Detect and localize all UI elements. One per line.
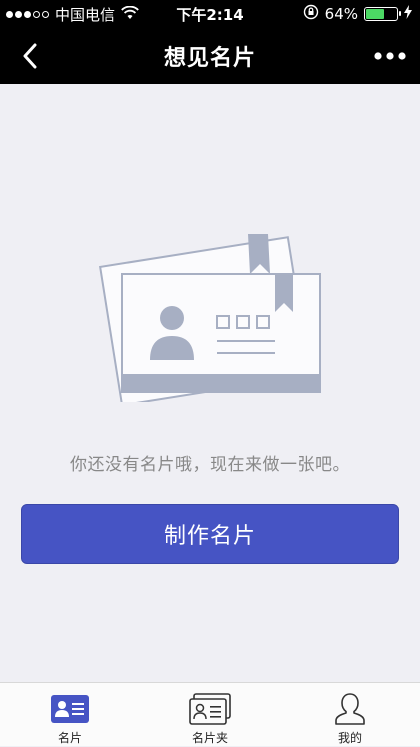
tab-card-holder[interactable]: 名片夹 xyxy=(140,683,280,747)
card-icon xyxy=(50,691,90,727)
charging-icon xyxy=(404,5,412,23)
orientation-lock-icon xyxy=(303,4,319,24)
status-right: 64% xyxy=(303,4,412,24)
card-holder-icon xyxy=(189,691,231,727)
main-content: 你还没有名片哦，现在来做一张吧。 制作名片 xyxy=(0,84,420,682)
empty-state-message: 你还没有名片哦，现在来做一张吧。 xyxy=(70,455,350,475)
navigation-bar: 想见名片 xyxy=(0,28,420,84)
empty-card-illustration xyxy=(99,234,321,402)
tab-profile[interactable]: 我的 xyxy=(280,683,420,747)
tab-bar: 名片 名片夹 我的 xyxy=(0,682,420,746)
battery-percent: 64% xyxy=(324,5,358,23)
create-card-button[interactable]: 制作名片 xyxy=(21,504,399,564)
tab-card[interactable]: 名片 xyxy=(0,683,140,747)
battery-fill xyxy=(366,9,385,19)
page-title: 想见名片 xyxy=(163,46,256,71)
more-dots-icon xyxy=(374,52,406,60)
status-bar: 中国电信 下午2:14 64% xyxy=(0,0,420,28)
tab-label: 名片 xyxy=(57,731,82,745)
profile-icon xyxy=(333,691,367,727)
tab-label: 我的 xyxy=(337,731,362,745)
more-button[interactable] xyxy=(368,34,412,78)
battery-icon xyxy=(364,7,401,21)
tab-label: 名片夹 xyxy=(191,731,228,745)
